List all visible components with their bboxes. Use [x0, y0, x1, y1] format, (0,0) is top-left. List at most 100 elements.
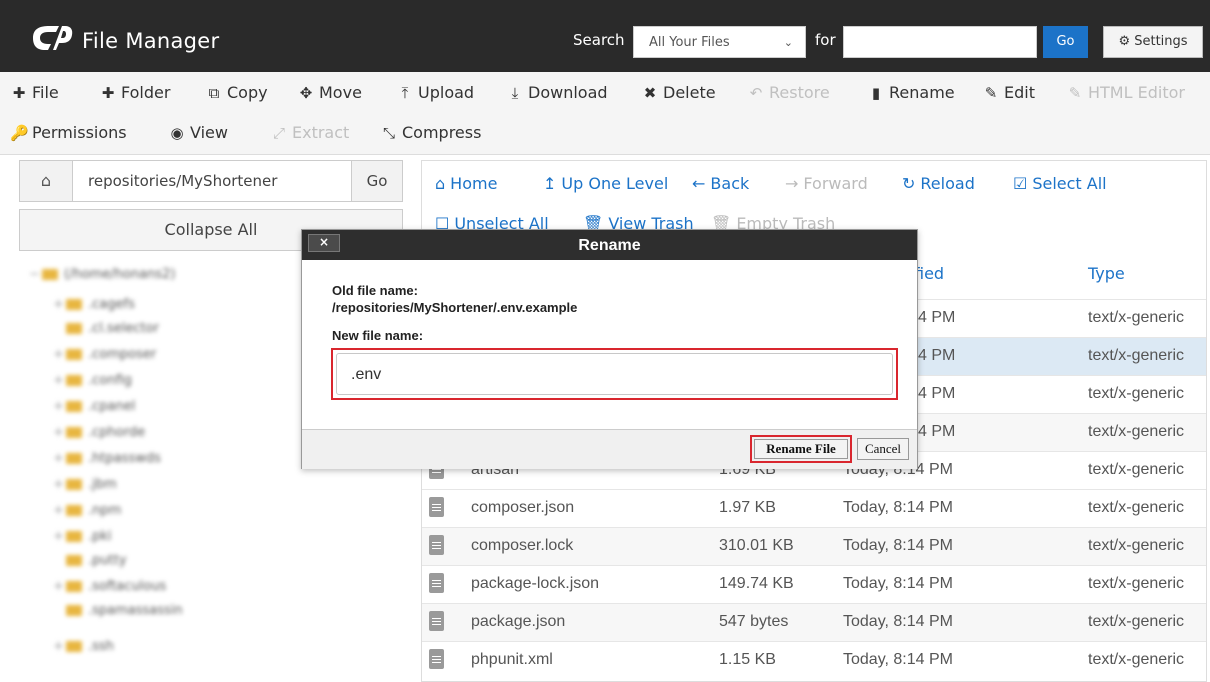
- tree-label: .jbm: [88, 477, 117, 492]
- new-file-name-input[interactable]: .env: [336, 353, 893, 395]
- nav-home[interactable]: ⌂ Home: [435, 174, 497, 193]
- cell-modified: Today, 8:14 PM: [843, 613, 953, 630]
- tree-item[interactable]: + .jbm: [53, 477, 117, 492]
- nav-back[interactable]: ← Back: [692, 174, 749, 193]
- tree-item[interactable]: + .cphorde: [53, 425, 145, 440]
- html-editor-button[interactable]: ✎ HTML Editor: [1066, 83, 1185, 102]
- download-button[interactable]: ⤓ Download: [506, 83, 608, 102]
- label: Extract: [292, 123, 350, 142]
- tree-item[interactable]: .cl.selector: [66, 321, 159, 336]
- tree-item[interactable]: + .cagefs: [53, 297, 135, 312]
- restore-button[interactable]: ↶ Restore: [747, 83, 830, 102]
- cell-modified: Today, 8:14 PM: [843, 575, 953, 592]
- cell-size: 310.01 KB: [719, 537, 794, 554]
- cell-size: 1.97 KB: [719, 499, 776, 516]
- tree-label: .config: [88, 373, 132, 388]
- tree-label: .cpanel: [88, 399, 136, 414]
- delete-button[interactable]: ✖ Delete: [641, 83, 716, 102]
- nav-forward[interactable]: → Forward: [785, 174, 868, 193]
- search-go-button[interactable]: Go: [1043, 26, 1088, 58]
- new-file-button[interactable]: ✚ File: [10, 83, 59, 102]
- dialog-title: Rename: [578, 237, 641, 254]
- copy-icon: ⧉: [208, 84, 220, 102]
- column-header-type[interactable]: Type: [1088, 264, 1125, 283]
- tree-item[interactable]: + .ssh: [53, 639, 114, 654]
- label: Download: [528, 83, 608, 102]
- tree-item[interactable]: + .config: [53, 373, 132, 388]
- cell-type: text/x-generic: [1088, 461, 1185, 478]
- label: Home: [450, 174, 498, 193]
- chevron-down-icon: ⌄: [783, 36, 793, 49]
- file-icon: [429, 649, 444, 669]
- nav-reload[interactable]: ↻ Reload: [902, 174, 975, 193]
- path-input[interactable]: repositories/MyShortener: [88, 172, 277, 190]
- new-file-name-label: New file name:: [332, 328, 424, 343]
- table-row[interactable]: package-lock.json 149.74 KB Today, 8:14 …: [422, 565, 1206, 603]
- file-icon: [429, 497, 444, 517]
- checkbox-checked-icon: ☑: [1013, 174, 1028, 193]
- copy-button[interactable]: ⧉ Copy: [205, 83, 268, 102]
- label: Forward: [803, 174, 868, 193]
- tree-item[interactable]: + .htpasswds: [53, 451, 161, 466]
- nav-select-all[interactable]: ☑ Select All: [1013, 174, 1107, 193]
- rename-file-button[interactable]: Rename File: [754, 439, 848, 459]
- plus-icon: ✚: [12, 84, 26, 102]
- tree-item[interactable]: − (/home/honans2): [29, 267, 175, 282]
- tree-item[interactable]: + .cpanel: [53, 399, 135, 414]
- table-row[interactable]: package.json 547 bytes Today, 8:14 PM te…: [422, 603, 1206, 641]
- table-row[interactable]: phpunit.xml 1.15 KB Today, 8:14 PM text/…: [422, 641, 1206, 679]
- extract-button[interactable]: ⤢ Extract: [270, 123, 349, 142]
- tree-label: .pki: [88, 529, 112, 544]
- settings-button[interactable]: ⚙ Settings: [1103, 26, 1203, 58]
- label: View: [190, 123, 228, 142]
- column-header-modified[interactable]: fied: [914, 264, 944, 283]
- tree-item[interactable]: + .pki: [53, 529, 112, 544]
- tree-item[interactable]: + .composer: [53, 347, 156, 362]
- table-row[interactable]: composer.json 1.97 KB Today, 8:14 PM tex…: [422, 489, 1206, 527]
- label: Permissions: [32, 123, 127, 142]
- action-toolbar: ✚ File ✚ Folder ⧉ Copy ✥ Move ⤒ Upload ⤓ Downl…: [0, 72, 1210, 155]
- tree-label: .softaculous: [88, 579, 167, 594]
- compress-icon: ⤡: [382, 124, 395, 142]
- tree-label: .htpasswds: [88, 451, 161, 466]
- cancel-button[interactable]: Cancel: [857, 438, 909, 460]
- table-row[interactable]: composer.lock 310.01 KB Today, 8:14 PM t…: [422, 527, 1206, 565]
- cell-modified: 4 PM: [918, 423, 956, 440]
- file-icon: [429, 573, 444, 593]
- tree-label: .npm: [88, 503, 122, 518]
- cell-modified: Today, 8:14 PM: [843, 651, 953, 668]
- new-folder-button[interactable]: ✚ Folder: [99, 83, 171, 102]
- edit-button[interactable]: ✎ Edit: [982, 83, 1035, 102]
- tree-item[interactable]: .spamassassin: [66, 603, 183, 618]
- cell-type: text/x-generic: [1088, 537, 1185, 554]
- view-button[interactable]: ◉ View: [168, 123, 228, 142]
- edit-square-icon: ✎: [1068, 84, 1082, 102]
- label: Compress: [402, 123, 482, 142]
- move-button[interactable]: ✥ Move: [297, 83, 362, 102]
- home-icon[interactable]: ⌂: [20, 161, 73, 201]
- cell-size: 547 bytes: [719, 613, 789, 630]
- nav-up-one-level[interactable]: ↥ Up One Level: [543, 174, 668, 193]
- tree-label: .cphorde: [88, 425, 146, 440]
- label: Back: [710, 174, 750, 193]
- tree-item[interactable]: + .npm: [53, 503, 121, 518]
- file-icon: [429, 535, 444, 555]
- cell-size: 149.74 KB: [719, 575, 794, 592]
- cell-name: composer.lock: [471, 537, 574, 554]
- search-input[interactable]: [843, 26, 1037, 58]
- cpanel-logo[interactable]: [29, 16, 73, 56]
- tree-label: .cl.selector: [88, 321, 159, 336]
- permissions-button[interactable]: 🔑 Permissions: [10, 123, 127, 142]
- compress-button[interactable]: ⤡ Compress: [380, 123, 481, 142]
- search-scope-select[interactable]: All Your Files ⌄: [633, 26, 806, 58]
- upload-icon: ⤒: [401, 84, 409, 102]
- upload-button[interactable]: ⤒ Upload: [396, 83, 474, 102]
- path-go-button[interactable]: Go: [351, 161, 402, 201]
- cell-type: text/x-generic: [1088, 651, 1185, 668]
- tree-item[interactable]: .putty: [66, 553, 127, 568]
- app-title: File Manager: [82, 29, 220, 53]
- settings-label: Settings: [1134, 34, 1188, 49]
- rename-toolbar-button[interactable]: ▮ Rename: [867, 83, 955, 102]
- level-up-icon: ↥: [543, 174, 557, 193]
- tree-item[interactable]: + .softaculous: [53, 579, 166, 594]
